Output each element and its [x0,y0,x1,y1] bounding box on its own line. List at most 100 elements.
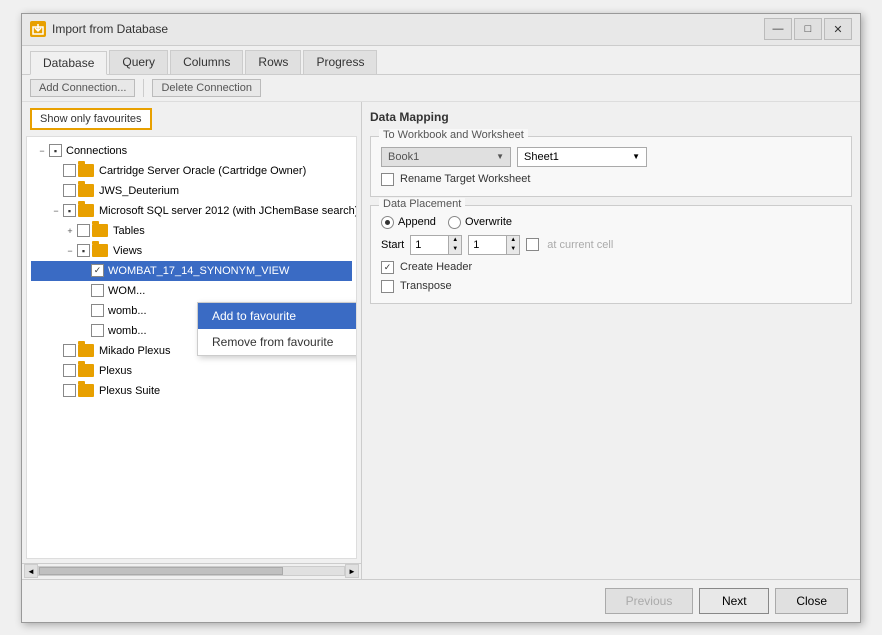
tab-query[interactable]: Query [109,50,168,74]
append-radio[interactable] [381,216,394,229]
worksheet-dropdown[interactable]: Sheet1 ▼ [517,147,647,167]
maximize-button[interactable]: □ [794,18,822,40]
window-controls: — □ ✕ [764,18,852,40]
item9-expander [49,344,63,358]
row-increment-button[interactable]: ▲ [449,236,461,245]
col-decrement-button[interactable]: ▼ [507,245,519,254]
col-value: 1 [469,236,506,254]
tab-rows[interactable]: Rows [245,50,301,74]
item11-label: Plexus Suite [99,385,160,397]
tree-item-0[interactable]: Cartridge Server Oracle (Cartridge Owner… [31,161,352,181]
item1-folder-icon [78,184,94,197]
col-spin-control[interactable]: 1 ▲ ▼ [468,235,520,255]
item0-expander [49,164,63,178]
tab-bar: Database Query Columns Rows Progress [22,46,860,75]
show-favourites-button[interactable]: Show only favourites [30,108,152,130]
item3-label: Tables [113,225,145,237]
item4-expander[interactable] [63,244,77,258]
tab-columns[interactable]: Columns [170,50,243,74]
tree-root[interactable]: Connections [31,141,352,161]
item7-checkbox[interactable] [91,304,104,317]
scrollbar-track[interactable] [38,566,345,576]
tree-item-10[interactable]: Plexus [31,361,352,381]
create-header-label: Create Header [400,261,472,273]
item1-expander [49,184,63,198]
item4-folder-icon [92,244,108,257]
row-decrement-button[interactable]: ▼ [449,245,461,254]
item11-checkbox[interactable] [63,384,76,397]
item8-checkbox[interactable] [91,324,104,337]
col-increment-button[interactable]: ▲ [507,236,519,245]
item6-expander [77,284,91,298]
transpose-row: Transpose [381,280,841,293]
item1-checkbox[interactable] [63,184,76,197]
row-spin-arrows[interactable]: ▲ ▼ [448,236,461,254]
workbook-dropdown[interactable]: Book1 ▼ [381,147,511,167]
horizontal-scrollbar[interactable]: ◄ ► [22,563,361,579]
at-current-cell-label: at current cell [547,239,613,251]
root-checkbox[interactable] [49,144,62,157]
window-close-button[interactable]: ✕ [824,18,852,40]
item11-folder-icon [78,384,94,397]
tab-database[interactable]: Database [30,51,107,75]
workbook-value: Book1 [388,151,419,163]
add-connection-button[interactable]: Add Connection... [30,79,135,97]
row-spin-control[interactable]: 1 ▲ ▼ [410,235,462,255]
tab-progress[interactable]: Progress [303,50,377,74]
append-label: Append [398,216,436,228]
root-expander[interactable] [35,144,49,158]
item2-folder-icon [78,204,94,217]
item3-expander[interactable] [63,224,77,238]
title-bar: Import from Database — □ ✕ [22,14,860,46]
worksheet-dropdown-arrow: ▼ [632,152,640,161]
append-radio-item[interactable]: Append [381,216,436,229]
transpose-label: Transpose [400,280,452,292]
item11-expander [49,384,63,398]
bottom-buttons: Previous Next Close [22,579,860,622]
toolbar: Add Connection... Delete Connection [22,75,860,102]
item0-checkbox[interactable] [63,164,76,177]
item3-checkbox[interactable] [77,224,90,237]
row-value: 1 [411,236,448,254]
item10-checkbox[interactable] [63,364,76,377]
placement-legend: Data Placement [379,198,465,210]
root-label: Connections [66,145,127,157]
app-icon [30,21,46,37]
tree-item-6[interactable]: WOM... [31,281,352,301]
scroll-left-button[interactable]: ◄ [24,564,38,578]
tree-item-11[interactable]: Plexus Suite [31,381,352,401]
delete-connection-button[interactable]: Delete Connection [152,79,261,97]
item6-checkbox[interactable] [91,284,104,297]
tree-item-3[interactable]: Tables [31,221,352,241]
tree-item-2[interactable]: Microsoft SQL server 2012 (with JChemBas… [31,201,352,221]
overwrite-radio-item[interactable]: Overwrite [448,216,512,229]
create-header-checkbox[interactable] [381,261,394,274]
tree-item-5[interactable]: WOMBAT_17_14_SYNONYM_VIEW [31,261,352,281]
minimize-button[interactable]: — [764,18,792,40]
tree-item-1[interactable]: JWS_Deuterium [31,181,352,201]
transpose-checkbox[interactable] [381,280,394,293]
item2-checkbox[interactable] [63,204,76,217]
overwrite-radio[interactable] [448,216,461,229]
col-spin-arrows[interactable]: ▲ ▼ [506,236,519,254]
tree-item-4[interactable]: Views [31,241,352,261]
scrollbar-thumb[interactable] [39,567,283,575]
item9-label: Mikado Plexus [99,345,171,357]
rename-worksheet-checkbox[interactable] [381,173,394,186]
context-add-favourite[interactable]: Add to favourite [198,303,357,329]
tree-container[interactable]: Connections Cartridge Server Oracle (Car… [26,136,357,559]
item0-folder-icon [78,164,94,177]
close-button[interactable]: Close [775,588,848,614]
context-remove-favourite[interactable]: Remove from favourite [198,329,357,355]
item9-checkbox[interactable] [63,344,76,357]
at-current-cell-checkbox[interactable] [526,238,539,251]
worksheet-value: Sheet1 [524,151,559,163]
next-button[interactable]: Next [699,588,769,614]
scroll-right-button[interactable]: ► [345,564,359,578]
item2-expander[interactable] [49,204,63,218]
previous-button[interactable]: Previous [605,588,694,614]
item4-checkbox[interactable] [77,244,90,257]
item5-expander [77,264,91,278]
window-title: Import from Database [52,22,764,36]
item5-checkbox[interactable] [91,264,104,277]
